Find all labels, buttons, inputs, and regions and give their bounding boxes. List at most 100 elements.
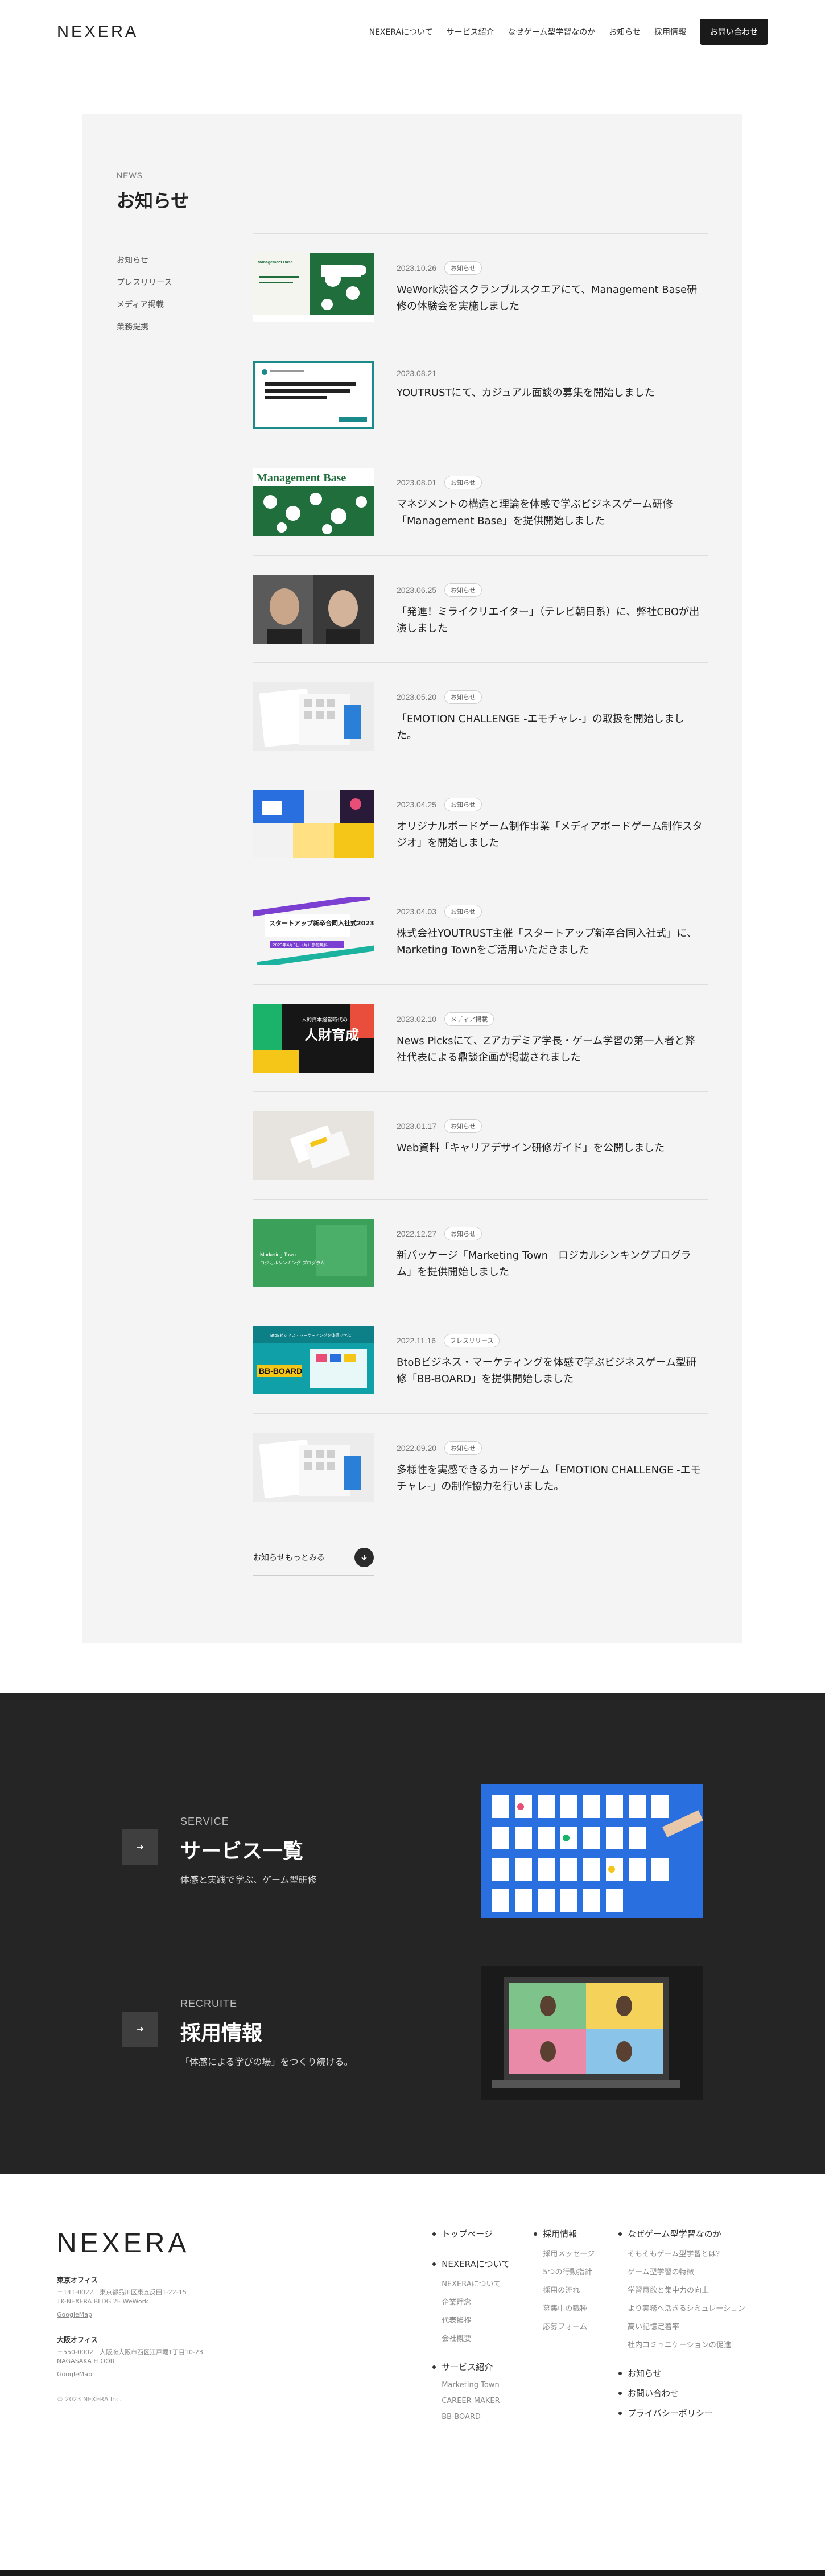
footer-link-contact[interactable]: お問い合わせ — [618, 2387, 745, 2399]
news-item[interactable]: 2023.06.25 お知らせ 「発進！ミライクリエイター」（テレビ朝日系）に、… — [253, 555, 708, 663]
recruit-link-row[interactable]: RECRUITE 採用情報 「体感による学びの場」をつくり続ける。 — [122, 1942, 703, 2124]
nav-why-game[interactable]: なぜゲーム型学習なのか — [508, 26, 596, 38]
news-thumbnail[interactable] — [253, 1111, 374, 1180]
arrow-right-icon[interactable] — [122, 2012, 158, 2047]
footer-sublink[interactable]: 募集中の職種 — [534, 2302, 595, 2313]
footer-sublink[interactable]: 採用の流れ — [534, 2284, 595, 2295]
footer-link-label: 採用情報 — [543, 2229, 578, 2239]
footer-sublink[interactable]: 代表挨拶 — [432, 2314, 510, 2325]
news-thumbnail[interactable] — [253, 360, 374, 429]
news-title[interactable]: 「発進！ミライクリエイター」（テレビ朝日系）に、弊社CBOが出演しました — [397, 604, 708, 637]
contact-button[interactable]: お問い合わせ — [700, 19, 768, 45]
recruit-link[interactable]: RECRUITE 採用情報 「体感による学びの場」をつくり続ける。 — [122, 1998, 353, 2068]
recruit-title[interactable]: 採用情報 — [180, 2017, 353, 2046]
news-thumbnail[interactable]: Marketing Town ロジカルシンキング プログラム — [253, 1218, 374, 1287]
footer-sublink[interactable]: 5つの行動指針 — [534, 2266, 595, 2277]
footer-sublink[interactable]: より実務へ活きるシミュレーション — [618, 2302, 745, 2313]
footer-link-privacy[interactable]: プライバシーポリシー — [618, 2407, 745, 2419]
arrow-right-icon[interactable] — [122, 1829, 158, 1865]
news-item[interactable]: BtoBビジネス・マーケティングを体感で学ぶ BB-BOARD 2022.11.… — [253, 1306, 708, 1413]
news-item[interactable]: 2022.09.20 お知らせ 多様性を実感できるカードゲーム「EMOTION … — [253, 1413, 708, 1520]
news-thumbnail[interactable]: 人的資本経営時代の 人財育成 — [253, 1004, 374, 1073]
news-title[interactable]: 新パッケージ「Marketing Town ロジカルシンキングプログラム」を提供… — [397, 1247, 708, 1280]
footer-sublink[interactable]: NEXERAについて — [432, 2278, 510, 2289]
news-title[interactable]: Web資料「キャリアデザイン研修ガイド」を公開しました — [397, 1140, 708, 1156]
recruit-text: RECRUITE 採用情報 「体感による学びの場」をつくり続ける。 — [180, 1998, 353, 2068]
news-date: 2022.12.27 — [397, 1229, 437, 1238]
google-map-link[interactable]: GoogleMap — [57, 2311, 92, 2318]
footer-sublink[interactable]: Marketing Town — [432, 2381, 510, 2389]
footer-sublink[interactable]: 社内コミュニケーションの促進 — [618, 2339, 745, 2350]
news-thumbnail[interactable]: Management Base — [253, 468, 374, 536]
news-item[interactable]: 2023.01.17 お知らせ Web資料「キャリアデザイン研修ガイド」を公開し… — [253, 1091, 708, 1199]
news-item[interactable]: 人的資本経営時代の 人財育成 2023.02.10 メディア掲載 News Pi… — [253, 984, 708, 1092]
footer-sublink[interactable]: BB-BOARD — [432, 2413, 510, 2421]
footer-sublink[interactable]: 採用メッセージ — [534, 2248, 595, 2258]
footer-link-why-game[interactable]: なぜゲーム型学習なのか — [618, 2228, 745, 2240]
news-thumbnail[interactable]: Management Base — [253, 253, 374, 322]
bullet-icon — [618, 2391, 622, 2395]
news-thumbnail[interactable] — [253, 682, 374, 751]
more-news-link[interactable]: お知らせもっとみる — [253, 1548, 374, 1576]
footer-link-news[interactable]: お知らせ — [618, 2367, 745, 2379]
news-thumbnail[interactable] — [253, 1433, 374, 1502]
news-thumbnail[interactable]: BtoBビジネス・マーケティングを体感で学ぶ BB-BOARD — [253, 1326, 374, 1394]
chevron-down-icon[interactable] — [354, 1548, 374, 1567]
news-item[interactable]: Management Base 2023.08.01 お知らせ マネジメントの構… — [253, 448, 708, 555]
category-partnership[interactable]: 業務提携 — [117, 321, 253, 332]
news-title[interactable]: 株式会社YOUTRUST主催「スタートアップ新卒合同入社式」に、Marketin… — [397, 925, 708, 958]
nav-recruit[interactable]: 採用情報 — [654, 26, 686, 38]
logo[interactable]: NEXERA — [57, 23, 138, 42]
footer-column: トップページ NEXERAについて NEXERAについて 企業理念 代表挨拶 会… — [432, 2228, 510, 2429]
footer-sublink[interactable]: ゲーム型学習の特徴 — [618, 2266, 745, 2277]
footer-sublink[interactable]: 応募フォーム — [534, 2321, 595, 2331]
google-map-link[interactable]: GoogleMap — [57, 2371, 92, 2378]
footer-link-about[interactable]: NEXERAについて — [432, 2258, 510, 2270]
news-title[interactable]: News Picksにて、Zアカデミア学長・ゲーム学習の第一人者と弊社代表による… — [397, 1033, 708, 1066]
news-thumbnail[interactable] — [253, 789, 374, 858]
news-title[interactable]: YOUTRUSTにて、カジュアル面談の募集を開始しました — [397, 385, 708, 401]
news-meta: 2023.02.10 メディア掲載 — [397, 1012, 708, 1026]
footer-link-recruit[interactable]: 採用情報 — [534, 2228, 595, 2240]
category-tag: お知らせ — [444, 690, 482, 704]
service-image[interactable] — [481, 1784, 703, 1918]
footer-sublink[interactable]: 会社概要 — [432, 2332, 510, 2343]
category-media[interactable]: メディア掲載 — [117, 299, 253, 310]
news-title[interactable]: BtoBビジネス・マーケティングを体感で学ぶビジネスゲーム型研修「BB-BOAR… — [397, 1354, 708, 1387]
footer-sublink[interactable]: そもそもゲーム型学習とは？ — [618, 2248, 745, 2258]
news-item[interactable]: スタートアップ新卒合同入社式2023 2023年4月3日（月）参加無料 2023… — [253, 877, 708, 984]
news-item[interactable]: 2023.08.21 YOUTRUSTにて、カジュアル面談の募集を開始しました — [253, 340, 708, 448]
service-link-row[interactable]: SERVICE サービス一覧 体感と実践で学ぶ、ゲーム型研修 — [122, 1760, 703, 1942]
category-press[interactable]: プレスリリース — [117, 277, 253, 288]
news-item[interactable]: 2023.05.20 お知らせ 「EMOTION CHALLENGE -エモチャ… — [253, 662, 708, 770]
news-title[interactable]: 「EMOTION CHALLENGE -エモチャレ-」の取扱を開始しました。 — [397, 711, 708, 744]
recruit-image[interactable] — [481, 1966, 703, 2100]
news-list-area: Management Base 2023.10.26 お知らせ WeWork渋谷… — [253, 171, 708, 1586]
nav-services[interactable]: サービス紹介 — [447, 26, 494, 38]
nav-news[interactable]: お知らせ — [609, 26, 641, 38]
service-title[interactable]: サービス一覧 — [180, 1835, 317, 1864]
news-title[interactable]: 多様性を実感できるカードゲーム「EMOTION CHALLENGE -エモチャレ… — [397, 1462, 708, 1495]
footer-sublink[interactable]: 高い記憶定着率 — [618, 2321, 745, 2331]
news-item[interactable]: Marketing Town ロジカルシンキング プログラム 2022.12.2… — [253, 1198, 708, 1306]
news-title[interactable]: WeWork渋谷スクランブルスクエアにて、Management Base研修の体… — [397, 282, 708, 315]
nav-about[interactable]: NEXERAについて — [369, 26, 433, 38]
footer-sublink[interactable]: CAREER MAKER — [432, 2397, 510, 2405]
footer-sublink[interactable]: 企業理念 — [432, 2296, 510, 2307]
news-item[interactable]: Management Base 2023.10.26 お知らせ WeWork渋谷… — [253, 233, 708, 341]
footer-link-services[interactable]: サービス紹介 — [432, 2361, 510, 2373]
category-tag: お知らせ — [444, 905, 482, 918]
news-thumbnail[interactable]: スタートアップ新卒合同入社式2023 2023年4月3日（月）参加無料 — [253, 897, 374, 965]
thumb-title: 人財育成 — [304, 1027, 359, 1043]
footer-sublink[interactable]: 学習意欲と集中力の向上 — [618, 2284, 745, 2295]
category-news[interactable]: お知らせ — [117, 254, 253, 266]
news-title[interactable]: マネジメントの構造と理論を体感で学ぶビジネスゲーム研修「Management B… — [397, 496, 708, 529]
service-link[interactable]: SERVICE サービス一覧 体感と実践で学ぶ、ゲーム型研修 — [122, 1816, 317, 1886]
news-item[interactable]: 2023.04.25 お知らせ オリジナルボードゲーム制作事業「メディアボードゲ… — [253, 769, 708, 877]
site-header: NEXERA NEXERAについて サービス紹介 なぜゲーム型学習なのか お知ら… — [0, 0, 825, 64]
news-title[interactable]: オリジナルボードゲーム制作事業「メディアボードゲーム制作スタジオ」を開始しました — [397, 818, 708, 851]
footer-link-top[interactable]: トップページ — [432, 2228, 510, 2240]
news-thumbnail[interactable] — [253, 575, 374, 644]
news-date: 2023.04.03 — [397, 907, 437, 916]
footer-logo[interactable]: NEXERA — [57, 2228, 203, 2259]
